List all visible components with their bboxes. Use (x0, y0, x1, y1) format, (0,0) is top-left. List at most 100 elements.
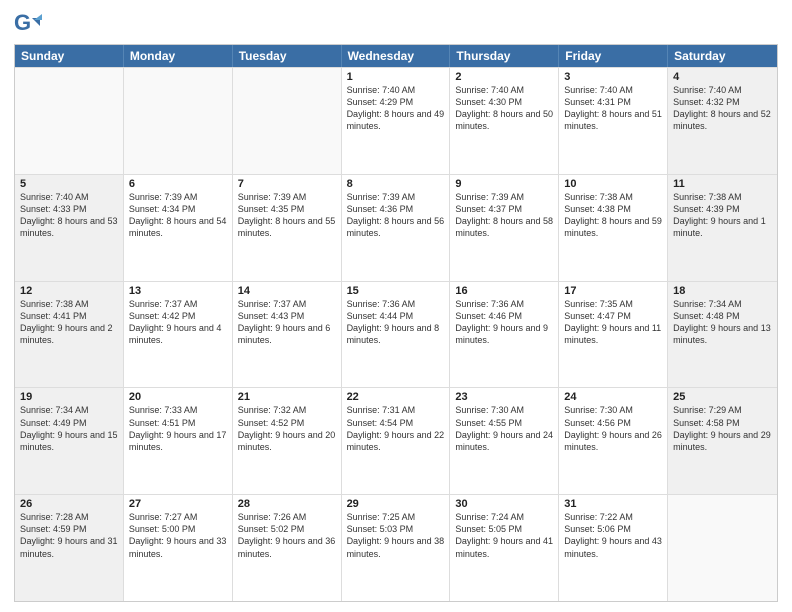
cell-info: Sunrise: 7:30 AM Sunset: 4:56 PM Dayligh… (564, 404, 662, 453)
day-number: 23 (455, 391, 553, 403)
calendar-header-cell: Tuesday (233, 45, 342, 67)
day-number: 3 (564, 71, 662, 83)
calendar-header-cell: Friday (559, 45, 668, 67)
day-number: 17 (564, 285, 662, 297)
cell-info: Sunrise: 7:36 AM Sunset: 4:46 PM Dayligh… (455, 298, 553, 347)
day-number: 1 (347, 71, 445, 83)
day-number: 13 (129, 285, 227, 297)
day-number: 28 (238, 498, 336, 510)
calendar-cell: 7Sunrise: 7:39 AM Sunset: 4:35 PM Daylig… (233, 175, 342, 281)
calendar-cell: 9Sunrise: 7:39 AM Sunset: 4:37 PM Daylig… (450, 175, 559, 281)
cell-info: Sunrise: 7:40 AM Sunset: 4:32 PM Dayligh… (673, 84, 772, 133)
day-number: 4 (673, 71, 772, 83)
calendar-cell: 12Sunrise: 7:38 AM Sunset: 4:41 PM Dayli… (15, 282, 124, 388)
calendar-body: 1Sunrise: 7:40 AM Sunset: 4:29 PM Daylig… (15, 67, 777, 601)
day-number: 7 (238, 178, 336, 190)
calendar-cell: 31Sunrise: 7:22 AM Sunset: 5:06 PM Dayli… (559, 495, 668, 601)
calendar-cell: 11Sunrise: 7:38 AM Sunset: 4:39 PM Dayli… (668, 175, 777, 281)
day-number: 5 (20, 178, 118, 190)
calendar-cell: 13Sunrise: 7:37 AM Sunset: 4:42 PM Dayli… (124, 282, 233, 388)
calendar-week-row: 1Sunrise: 7:40 AM Sunset: 4:29 PM Daylig… (15, 67, 777, 174)
logo-icon: G (14, 10, 42, 38)
calendar-cell: 17Sunrise: 7:35 AM Sunset: 4:47 PM Dayli… (559, 282, 668, 388)
calendar-cell: 25Sunrise: 7:29 AM Sunset: 4:58 PM Dayli… (668, 388, 777, 494)
day-number: 14 (238, 285, 336, 297)
cell-info: Sunrise: 7:32 AM Sunset: 4:52 PM Dayligh… (238, 404, 336, 453)
calendar-cell: 4Sunrise: 7:40 AM Sunset: 4:32 PM Daylig… (668, 68, 777, 174)
calendar-cell (668, 495, 777, 601)
cell-info: Sunrise: 7:30 AM Sunset: 4:55 PM Dayligh… (455, 404, 553, 453)
calendar-cell: 18Sunrise: 7:34 AM Sunset: 4:48 PM Dayli… (668, 282, 777, 388)
calendar-cell: 28Sunrise: 7:26 AM Sunset: 5:02 PM Dayli… (233, 495, 342, 601)
header: G (14, 10, 778, 38)
calendar-cell (15, 68, 124, 174)
calendar-cell: 29Sunrise: 7:25 AM Sunset: 5:03 PM Dayli… (342, 495, 451, 601)
cell-info: Sunrise: 7:27 AM Sunset: 5:00 PM Dayligh… (129, 511, 227, 560)
calendar-cell: 14Sunrise: 7:37 AM Sunset: 4:43 PM Dayli… (233, 282, 342, 388)
day-number: 25 (673, 391, 772, 403)
calendar-header-cell: Sunday (15, 45, 124, 67)
cell-info: Sunrise: 7:26 AM Sunset: 5:02 PM Dayligh… (238, 511, 336, 560)
day-number: 22 (347, 391, 445, 403)
calendar-cell: 8Sunrise: 7:39 AM Sunset: 4:36 PM Daylig… (342, 175, 451, 281)
cell-info: Sunrise: 7:33 AM Sunset: 4:51 PM Dayligh… (129, 404, 227, 453)
day-number: 2 (455, 71, 553, 83)
calendar-cell: 6Sunrise: 7:39 AM Sunset: 4:34 PM Daylig… (124, 175, 233, 281)
calendar-cell: 23Sunrise: 7:30 AM Sunset: 4:55 PM Dayli… (450, 388, 559, 494)
cell-info: Sunrise: 7:40 AM Sunset: 4:29 PM Dayligh… (347, 84, 445, 133)
calendar-cell: 10Sunrise: 7:38 AM Sunset: 4:38 PM Dayli… (559, 175, 668, 281)
page: G SundayMondayTuesdayWednesdayThursdayFr… (0, 0, 792, 612)
day-number: 26 (20, 498, 118, 510)
cell-info: Sunrise: 7:39 AM Sunset: 4:35 PM Dayligh… (238, 191, 336, 240)
cell-info: Sunrise: 7:38 AM Sunset: 4:38 PM Dayligh… (564, 191, 662, 240)
day-number: 12 (20, 285, 118, 297)
calendar-cell: 5Sunrise: 7:40 AM Sunset: 4:33 PM Daylig… (15, 175, 124, 281)
cell-info: Sunrise: 7:39 AM Sunset: 4:34 PM Dayligh… (129, 191, 227, 240)
calendar-cell: 1Sunrise: 7:40 AM Sunset: 4:29 PM Daylig… (342, 68, 451, 174)
cell-info: Sunrise: 7:25 AM Sunset: 5:03 PM Dayligh… (347, 511, 445, 560)
cell-info: Sunrise: 7:40 AM Sunset: 4:31 PM Dayligh… (564, 84, 662, 133)
calendar-week-row: 26Sunrise: 7:28 AM Sunset: 4:59 PM Dayli… (15, 494, 777, 601)
cell-info: Sunrise: 7:34 AM Sunset: 4:49 PM Dayligh… (20, 404, 118, 453)
calendar-header-cell: Monday (124, 45, 233, 67)
day-number: 8 (347, 178, 445, 190)
cell-info: Sunrise: 7:29 AM Sunset: 4:58 PM Dayligh… (673, 404, 772, 453)
cell-info: Sunrise: 7:38 AM Sunset: 4:39 PM Dayligh… (673, 191, 772, 240)
day-number: 31 (564, 498, 662, 510)
calendar-cell: 15Sunrise: 7:36 AM Sunset: 4:44 PM Dayli… (342, 282, 451, 388)
calendar-cell: 22Sunrise: 7:31 AM Sunset: 4:54 PM Dayli… (342, 388, 451, 494)
calendar-cell: 24Sunrise: 7:30 AM Sunset: 4:56 PM Dayli… (559, 388, 668, 494)
calendar-week-row: 19Sunrise: 7:34 AM Sunset: 4:49 PM Dayli… (15, 387, 777, 494)
day-number: 9 (455, 178, 553, 190)
calendar-header-cell: Saturday (668, 45, 777, 67)
calendar-cell (124, 68, 233, 174)
calendar-cell: 16Sunrise: 7:36 AM Sunset: 4:46 PM Dayli… (450, 282, 559, 388)
cell-info: Sunrise: 7:36 AM Sunset: 4:44 PM Dayligh… (347, 298, 445, 347)
day-number: 27 (129, 498, 227, 510)
day-number: 15 (347, 285, 445, 297)
calendar-cell: 27Sunrise: 7:27 AM Sunset: 5:00 PM Dayli… (124, 495, 233, 601)
cell-info: Sunrise: 7:39 AM Sunset: 4:36 PM Dayligh… (347, 191, 445, 240)
calendar-cell: 21Sunrise: 7:32 AM Sunset: 4:52 PM Dayli… (233, 388, 342, 494)
cell-info: Sunrise: 7:34 AM Sunset: 4:48 PM Dayligh… (673, 298, 772, 347)
day-number: 11 (673, 178, 772, 190)
svg-text:G: G (14, 10, 31, 35)
cell-info: Sunrise: 7:39 AM Sunset: 4:37 PM Dayligh… (455, 191, 553, 240)
day-number: 29 (347, 498, 445, 510)
cell-info: Sunrise: 7:31 AM Sunset: 4:54 PM Dayligh… (347, 404, 445, 453)
day-number: 6 (129, 178, 227, 190)
cell-info: Sunrise: 7:38 AM Sunset: 4:41 PM Dayligh… (20, 298, 118, 347)
day-number: 16 (455, 285, 553, 297)
logo: G (14, 10, 46, 38)
calendar-cell (233, 68, 342, 174)
calendar-header-row: SundayMondayTuesdayWednesdayThursdayFrid… (15, 45, 777, 67)
calendar-cell: 26Sunrise: 7:28 AM Sunset: 4:59 PM Dayli… (15, 495, 124, 601)
calendar-cell: 20Sunrise: 7:33 AM Sunset: 4:51 PM Dayli… (124, 388, 233, 494)
cell-info: Sunrise: 7:40 AM Sunset: 4:33 PM Dayligh… (20, 191, 118, 240)
day-number: 21 (238, 391, 336, 403)
calendar-week-row: 5Sunrise: 7:40 AM Sunset: 4:33 PM Daylig… (15, 174, 777, 281)
cell-info: Sunrise: 7:28 AM Sunset: 4:59 PM Dayligh… (20, 511, 118, 560)
cell-info: Sunrise: 7:35 AM Sunset: 4:47 PM Dayligh… (564, 298, 662, 347)
cell-info: Sunrise: 7:24 AM Sunset: 5:05 PM Dayligh… (455, 511, 553, 560)
day-number: 30 (455, 498, 553, 510)
